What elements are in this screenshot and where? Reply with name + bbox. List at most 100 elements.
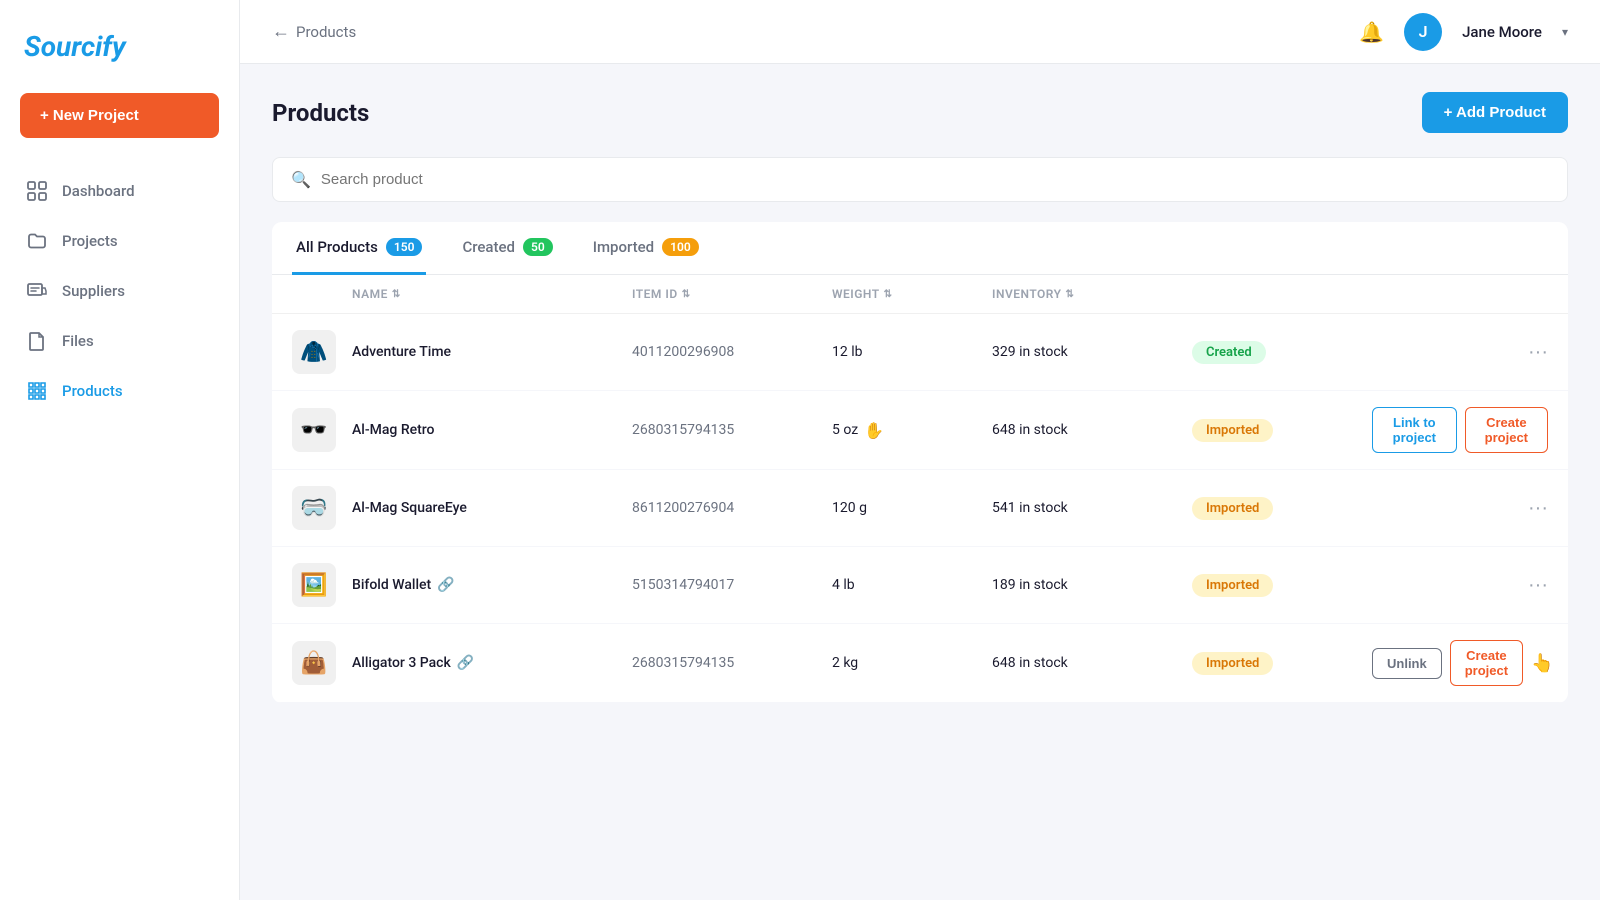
row-actions: Link to project Create project bbox=[1372, 407, 1548, 453]
th-name: NAME ⇅ bbox=[352, 287, 632, 301]
product-item-id: 8611200276904 bbox=[632, 500, 832, 516]
products-icon bbox=[26, 380, 48, 402]
user-avatar[interactable]: J bbox=[1404, 13, 1442, 51]
sidebar-item-label: Files bbox=[62, 332, 94, 350]
dashboard-icon bbox=[26, 180, 48, 202]
table-header: NAME ⇅ ITEM ID ⇅ WEIGHT ⇅ INVENTORY ⇅ bbox=[272, 275, 1568, 314]
back-button[interactable]: ← Products bbox=[272, 21, 356, 42]
sidebar-item-label: Products bbox=[62, 382, 123, 400]
more-options-button[interactable]: ··· bbox=[1528, 497, 1548, 520]
product-name: Al-Mag Retro bbox=[352, 422, 632, 438]
notification-bell-icon[interactable]: 🔔 bbox=[1359, 20, 1384, 44]
product-item-id: 2680315794135 bbox=[632, 655, 832, 671]
product-status: Created bbox=[1192, 341, 1372, 364]
logo-area: Sourcify bbox=[0, 20, 239, 93]
back-arrow-icon: ← bbox=[272, 21, 290, 42]
sidebar-item-suppliers[interactable]: Suppliers bbox=[12, 268, 227, 314]
sort-itemid-icon[interactable]: ⇅ bbox=[682, 289, 691, 300]
page-title: Products bbox=[272, 99, 369, 127]
th-itemid-label: ITEM ID bbox=[632, 287, 678, 301]
sidebar-item-dashboard[interactable]: Dashboard bbox=[12, 168, 227, 214]
product-thumbnail: 🥽 bbox=[292, 486, 336, 530]
sidebar-item-label: Projects bbox=[62, 232, 118, 250]
product-name: Al-Mag SquareEye bbox=[352, 500, 632, 516]
create-project-button[interactable]: Create project bbox=[1450, 640, 1523, 686]
product-image: 🥽 bbox=[292, 486, 352, 530]
sidebar-item-label: Dashboard bbox=[62, 182, 135, 200]
sidebar-nav: Dashboard Projects Suppliers bbox=[0, 168, 239, 414]
table-body: 🧥 Adventure Time 4011200296908 12 lb 329… bbox=[272, 314, 1568, 703]
logo-text: Sourcify bbox=[24, 30, 126, 63]
product-item-id: 4011200296908 bbox=[632, 344, 832, 360]
product-image: 🕶️ bbox=[292, 408, 352, 452]
more-options-button[interactable]: ··· bbox=[1528, 574, 1548, 597]
product-name: Alligator 3 Pack 🔗 bbox=[352, 655, 632, 671]
cursor-icon: 👆 bbox=[1531, 653, 1553, 674]
sidebar-item-files[interactable]: Files bbox=[12, 318, 227, 364]
sidebar-item-projects[interactable]: Projects bbox=[12, 218, 227, 264]
tab-imported[interactable]: Imported 100 bbox=[589, 222, 703, 275]
product-name: Bifold Wallet 🔗 bbox=[352, 577, 632, 593]
product-item-id: 2680315794135 bbox=[632, 422, 832, 438]
product-weight: 4 lb bbox=[832, 577, 992, 593]
status-badge: Imported bbox=[1192, 574, 1273, 597]
status-badge: Imported bbox=[1192, 497, 1273, 520]
tab-all-products[interactable]: All Products 150 bbox=[292, 222, 426, 275]
files-icon bbox=[26, 330, 48, 352]
tabs-bar: All Products 150 Created 50 Imported 100 bbox=[272, 222, 1568, 275]
link-to-project-button[interactable]: Link to project bbox=[1372, 407, 1457, 453]
product-image: 👜 bbox=[292, 641, 352, 685]
topbar-left: ← Products bbox=[272, 21, 356, 42]
link-icon: 🔗 bbox=[437, 577, 454, 593]
suppliers-icon bbox=[26, 280, 48, 302]
table-row: 🕶️ Al-Mag Retro 2680315794135 5 oz ✋ 648… bbox=[272, 391, 1568, 470]
sort-weight-icon[interactable]: ⇅ bbox=[884, 289, 893, 300]
tab-all-label: All Products bbox=[296, 238, 378, 256]
chevron-down-icon[interactable]: ▾ bbox=[1562, 25, 1568, 39]
tab-all-badge: 150 bbox=[386, 238, 423, 256]
product-name: Adventure Time bbox=[352, 344, 632, 360]
search-bar: 🔍 bbox=[272, 157, 1568, 202]
tab-created[interactable]: Created 50 bbox=[458, 222, 556, 275]
status-badge: Created bbox=[1192, 341, 1266, 364]
drag-handle-icon[interactable]: ✋ bbox=[864, 421, 884, 440]
product-inventory: 541 in stock bbox=[992, 500, 1192, 516]
tab-created-badge: 50 bbox=[523, 238, 553, 256]
th-weight: WEIGHT ⇅ bbox=[832, 287, 992, 301]
status-badge: Imported bbox=[1192, 419, 1273, 442]
link-icon: 🔗 bbox=[457, 655, 474, 671]
product-weight: 120 g bbox=[832, 500, 992, 516]
create-project-button[interactable]: Create project bbox=[1465, 407, 1548, 453]
th-status bbox=[1192, 287, 1372, 301]
add-product-button[interactable]: + Add Product bbox=[1422, 92, 1568, 133]
projects-icon bbox=[26, 230, 48, 252]
product-thumbnail: 🖼️ bbox=[292, 563, 336, 607]
search-icon: 🔍 bbox=[291, 170, 311, 189]
product-inventory: 648 in stock bbox=[992, 655, 1192, 671]
product-inventory: 189 in stock bbox=[992, 577, 1192, 593]
product-item-id: 5150314794017 bbox=[632, 577, 832, 593]
user-name[interactable]: Jane Moore bbox=[1462, 23, 1542, 41]
th-inventory: INVENTORY ⇅ bbox=[992, 287, 1192, 301]
table-row: 🖼️ Bifold Wallet 🔗 5150314794017 4 lb 18… bbox=[272, 547, 1568, 624]
tab-imported-label: Imported bbox=[593, 238, 654, 256]
sort-inventory-icon[interactable]: ⇅ bbox=[1066, 289, 1075, 300]
sidebar-item-label: Suppliers bbox=[62, 282, 125, 300]
more-options-button[interactable]: ··· bbox=[1528, 341, 1548, 364]
status-badge: Imported bbox=[1192, 652, 1273, 675]
product-status: Imported bbox=[1192, 497, 1372, 520]
th-img bbox=[292, 287, 352, 301]
table-row: 🥽 Al-Mag SquareEye 8611200276904 120 g 5… bbox=[272, 470, 1568, 547]
new-project-button[interactable]: + New Project bbox=[20, 93, 219, 138]
product-status: Imported bbox=[1192, 419, 1372, 442]
search-input[interactable] bbox=[321, 171, 1549, 188]
product-thumbnail: 🕶️ bbox=[292, 408, 336, 452]
product-thumbnail: 🧥 bbox=[292, 330, 336, 374]
th-name-label: NAME bbox=[352, 287, 388, 301]
sidebar-item-products[interactable]: Products bbox=[12, 368, 227, 414]
unlink-button[interactable]: Unlink bbox=[1372, 648, 1442, 679]
product-inventory: 329 in stock bbox=[992, 344, 1192, 360]
th-weight-label: WEIGHT bbox=[832, 287, 880, 301]
sort-name-icon[interactable]: ⇅ bbox=[392, 289, 401, 300]
product-status: Imported bbox=[1192, 652, 1372, 675]
